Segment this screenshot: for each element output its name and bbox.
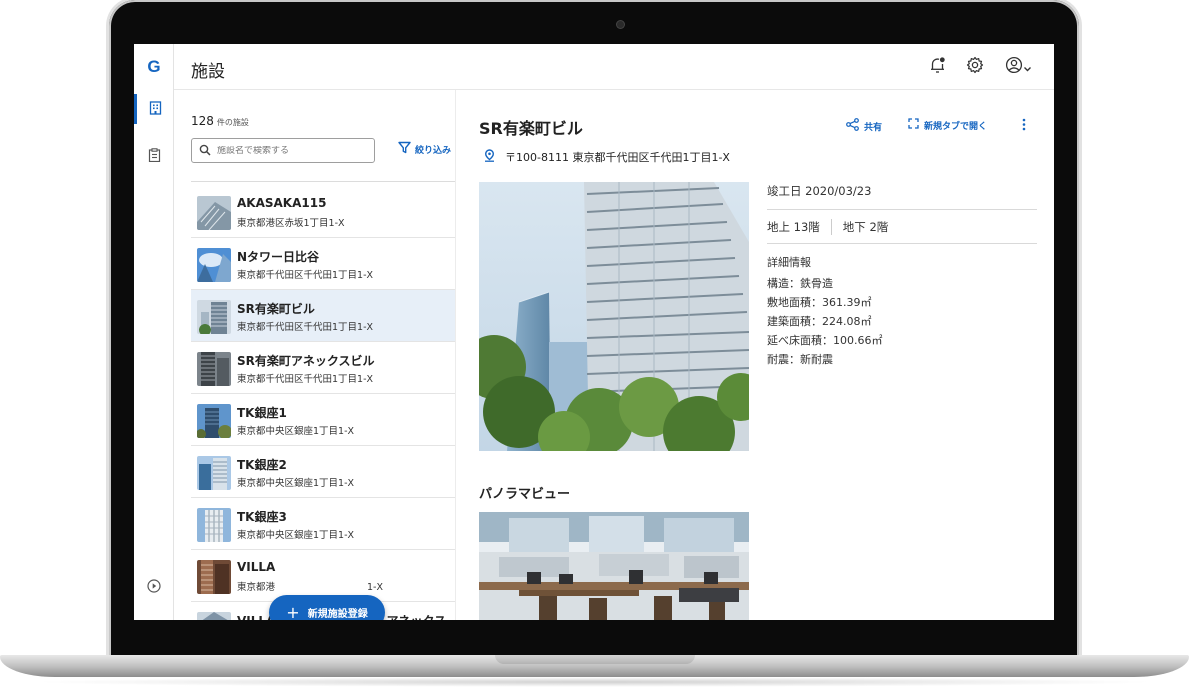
facility-address-head: 東京都港 [237, 582, 276, 593]
facility-thumbnail [197, 404, 231, 438]
filter-button[interactable]: 絞り込み [398, 141, 451, 157]
floors-above: 地上 13階 [767, 219, 820, 234]
structure: 構造：鉄骨造 [767, 277, 833, 290]
list-item[interactable]: AKASAKA115 東京都港区赤坂1丁目1-X [191, 186, 455, 238]
facility-name: TK銀座3 [237, 510, 287, 524]
app-logo[interactable]: G [144, 57, 164, 77]
plus-icon: + [286, 603, 300, 620]
facility-count-unit: 件の施設 [216, 118, 249, 127]
share-label: 共有 [864, 122, 883, 133]
filter-label: 絞り込み [415, 145, 452, 156]
facility-address: 東京都港区赤坂1丁目1-X [237, 218, 345, 229]
facility-address: 東京都千代田区千代田1丁目1-X [237, 374, 374, 385]
app-screen: G 施設 128 件の施設 施設名で検索する 絞り込み AKASAKA115 東… [134, 44, 1054, 620]
play-circle-icon [147, 578, 161, 597]
facility-address: 東京都中央区銀座1丁目1-X [237, 478, 355, 489]
facility-name: AKASAKA115 [237, 196, 327, 210]
facility-thumbnail [197, 560, 231, 594]
location-pin-icon [484, 149, 495, 165]
laptop-shadow [30, 677, 1159, 687]
more-vert-icon [1022, 118, 1026, 134]
webcam [617, 21, 624, 28]
search-box[interactable] [191, 138, 375, 163]
account-menu-button[interactable] [1001, 56, 1035, 78]
top-header: 施設 [174, 44, 1054, 90]
facility-thumbnail [197, 456, 231, 490]
list-item[interactable]: TK銀座2 東京都中央区銀座1丁目1-X [191, 446, 455, 498]
facility-photo [479, 182, 749, 451]
rail-item-reports[interactable] [134, 141, 174, 171]
facility-thumbnail [197, 508, 231, 542]
facility-name: VILLA [237, 560, 276, 574]
panorama-heading: パノラマビュー [479, 487, 571, 502]
clipboard-icon [148, 147, 161, 166]
facility-address: 東京都千代田区千代田1丁目1-X [237, 270, 374, 281]
details-heading: 詳細情報 [767, 256, 811, 269]
share-button[interactable]: 共有 [846, 118, 882, 134]
list-item-selected[interactable]: SR有楽町ビル 東京都千代田区千代田1丁目1-X [191, 290, 455, 342]
more-options-button[interactable] [1022, 118, 1026, 134]
facility-detail-name: SR有楽町ビル [479, 119, 583, 138]
facility-name: TK銀座1 [237, 406, 287, 420]
list-item[interactable]: TK銀座1 東京都中央区銀座1丁目1-X [191, 394, 455, 446]
facility-thumbnail [197, 352, 231, 386]
share-icon [846, 118, 859, 134]
facility-address: 東京都中央区銀座1丁目1-X [237, 426, 355, 437]
divider [830, 218, 832, 235]
nav-rail: G [134, 44, 174, 620]
facility-address: 東京都中央区銀座1丁目1-X [237, 530, 355, 541]
facility-address-line: 〒100-8111 東京都千代田区千代田1丁目1-X [484, 149, 730, 165]
search-input[interactable] [217, 145, 367, 156]
facility-count-number: 128 [191, 114, 214, 128]
facility-address: 東京都港 1-X [237, 579, 383, 593]
list-item[interactable]: SR有楽町アネックスビル 東京都千代田区千代田1丁目1-X [191, 342, 455, 394]
floors-below: 地下 2階 [842, 219, 889, 234]
search-icon [199, 141, 211, 160]
notification-bell-icon [929, 56, 946, 78]
facility-detail: SR有楽町ビル 共有 新規タブで開く 〒100-8111 東京都千代田区千代田1… [456, 90, 1054, 620]
facility-address-text: 〒100-8111 東京都千代田区千代田1丁目1-X [505, 151, 730, 164]
open-new-tab-label: 新規タブで開く [924, 121, 988, 132]
list-item[interactable]: Nタワー日比谷 東京都千代田区千代田1丁目1-X [191, 238, 455, 290]
facility-thumbnail [197, 300, 231, 334]
add-facility-button[interactable]: + 新規施設登録 [269, 595, 385, 620]
facility-info: 竣工日 2020/03/23 地上 13階 地下 2階 詳細情報 構造：鉄骨造 … [767, 182, 1037, 369]
facility-list-panel: 128件の施設 絞り込み AKASAKA115 東京都港区赤坂1丁目1-X [174, 90, 456, 620]
gear-icon [966, 56, 984, 78]
panorama-image[interactable] [479, 512, 749, 620]
filter-icon [398, 141, 411, 157]
notification-button[interactable] [926, 56, 948, 78]
open-new-tab-button[interactable]: 新規タブで開く [908, 118, 987, 132]
site-area: 敷地面積：361.39㎡ [767, 296, 872, 309]
facility-name: Nタワー日比谷 [237, 250, 320, 264]
rail-item-collapse[interactable] [134, 572, 174, 602]
facility-name: SR有楽町ビル [237, 302, 315, 316]
seismic-standard: 耐震：新耐震 [767, 353, 833, 366]
facility-address-tail: 1-X [367, 582, 383, 593]
facility-address: 東京都千代田区千代田1丁目1-X [237, 322, 374, 333]
facility-thumbnail [197, 248, 231, 282]
rail-item-facilities[interactable] [134, 94, 174, 124]
completion-date: 竣工日 2020/03/23 [767, 182, 1037, 210]
facility-list: AKASAKA115 東京都港区赤坂1丁目1-X Nタワー日比谷 東京都千代田区… [191, 186, 455, 620]
settings-button[interactable] [964, 56, 986, 78]
laptop-notch [495, 655, 695, 664]
account-icon [1005, 56, 1023, 78]
facility-name: SR有楽町アネックスビル [237, 354, 375, 368]
facility-name: TK銀座2 [237, 458, 287, 472]
floor-count: 地上 13階 地下 2階 [767, 210, 1037, 244]
page-title: 施設 [191, 62, 225, 82]
facility-thumbnail [197, 196, 231, 230]
total-floor-area: 延べ床面積：100.66㎡ [767, 334, 883, 347]
fullscreen-icon [908, 118, 919, 132]
list-item[interactable]: TK銀座3 東京都中央区銀座1丁目1-X [191, 498, 455, 550]
chevron-down-icon [1023, 58, 1032, 77]
add-facility-label: 新規施設登録 [307, 609, 368, 620]
facility-thumbnail [197, 612, 231, 620]
building-icon [149, 100, 162, 119]
facility-count: 128 件の施設 [191, 114, 249, 128]
building-area: 建築面積：224.08㎡ [767, 315, 872, 328]
list-divider [191, 181, 455, 182]
